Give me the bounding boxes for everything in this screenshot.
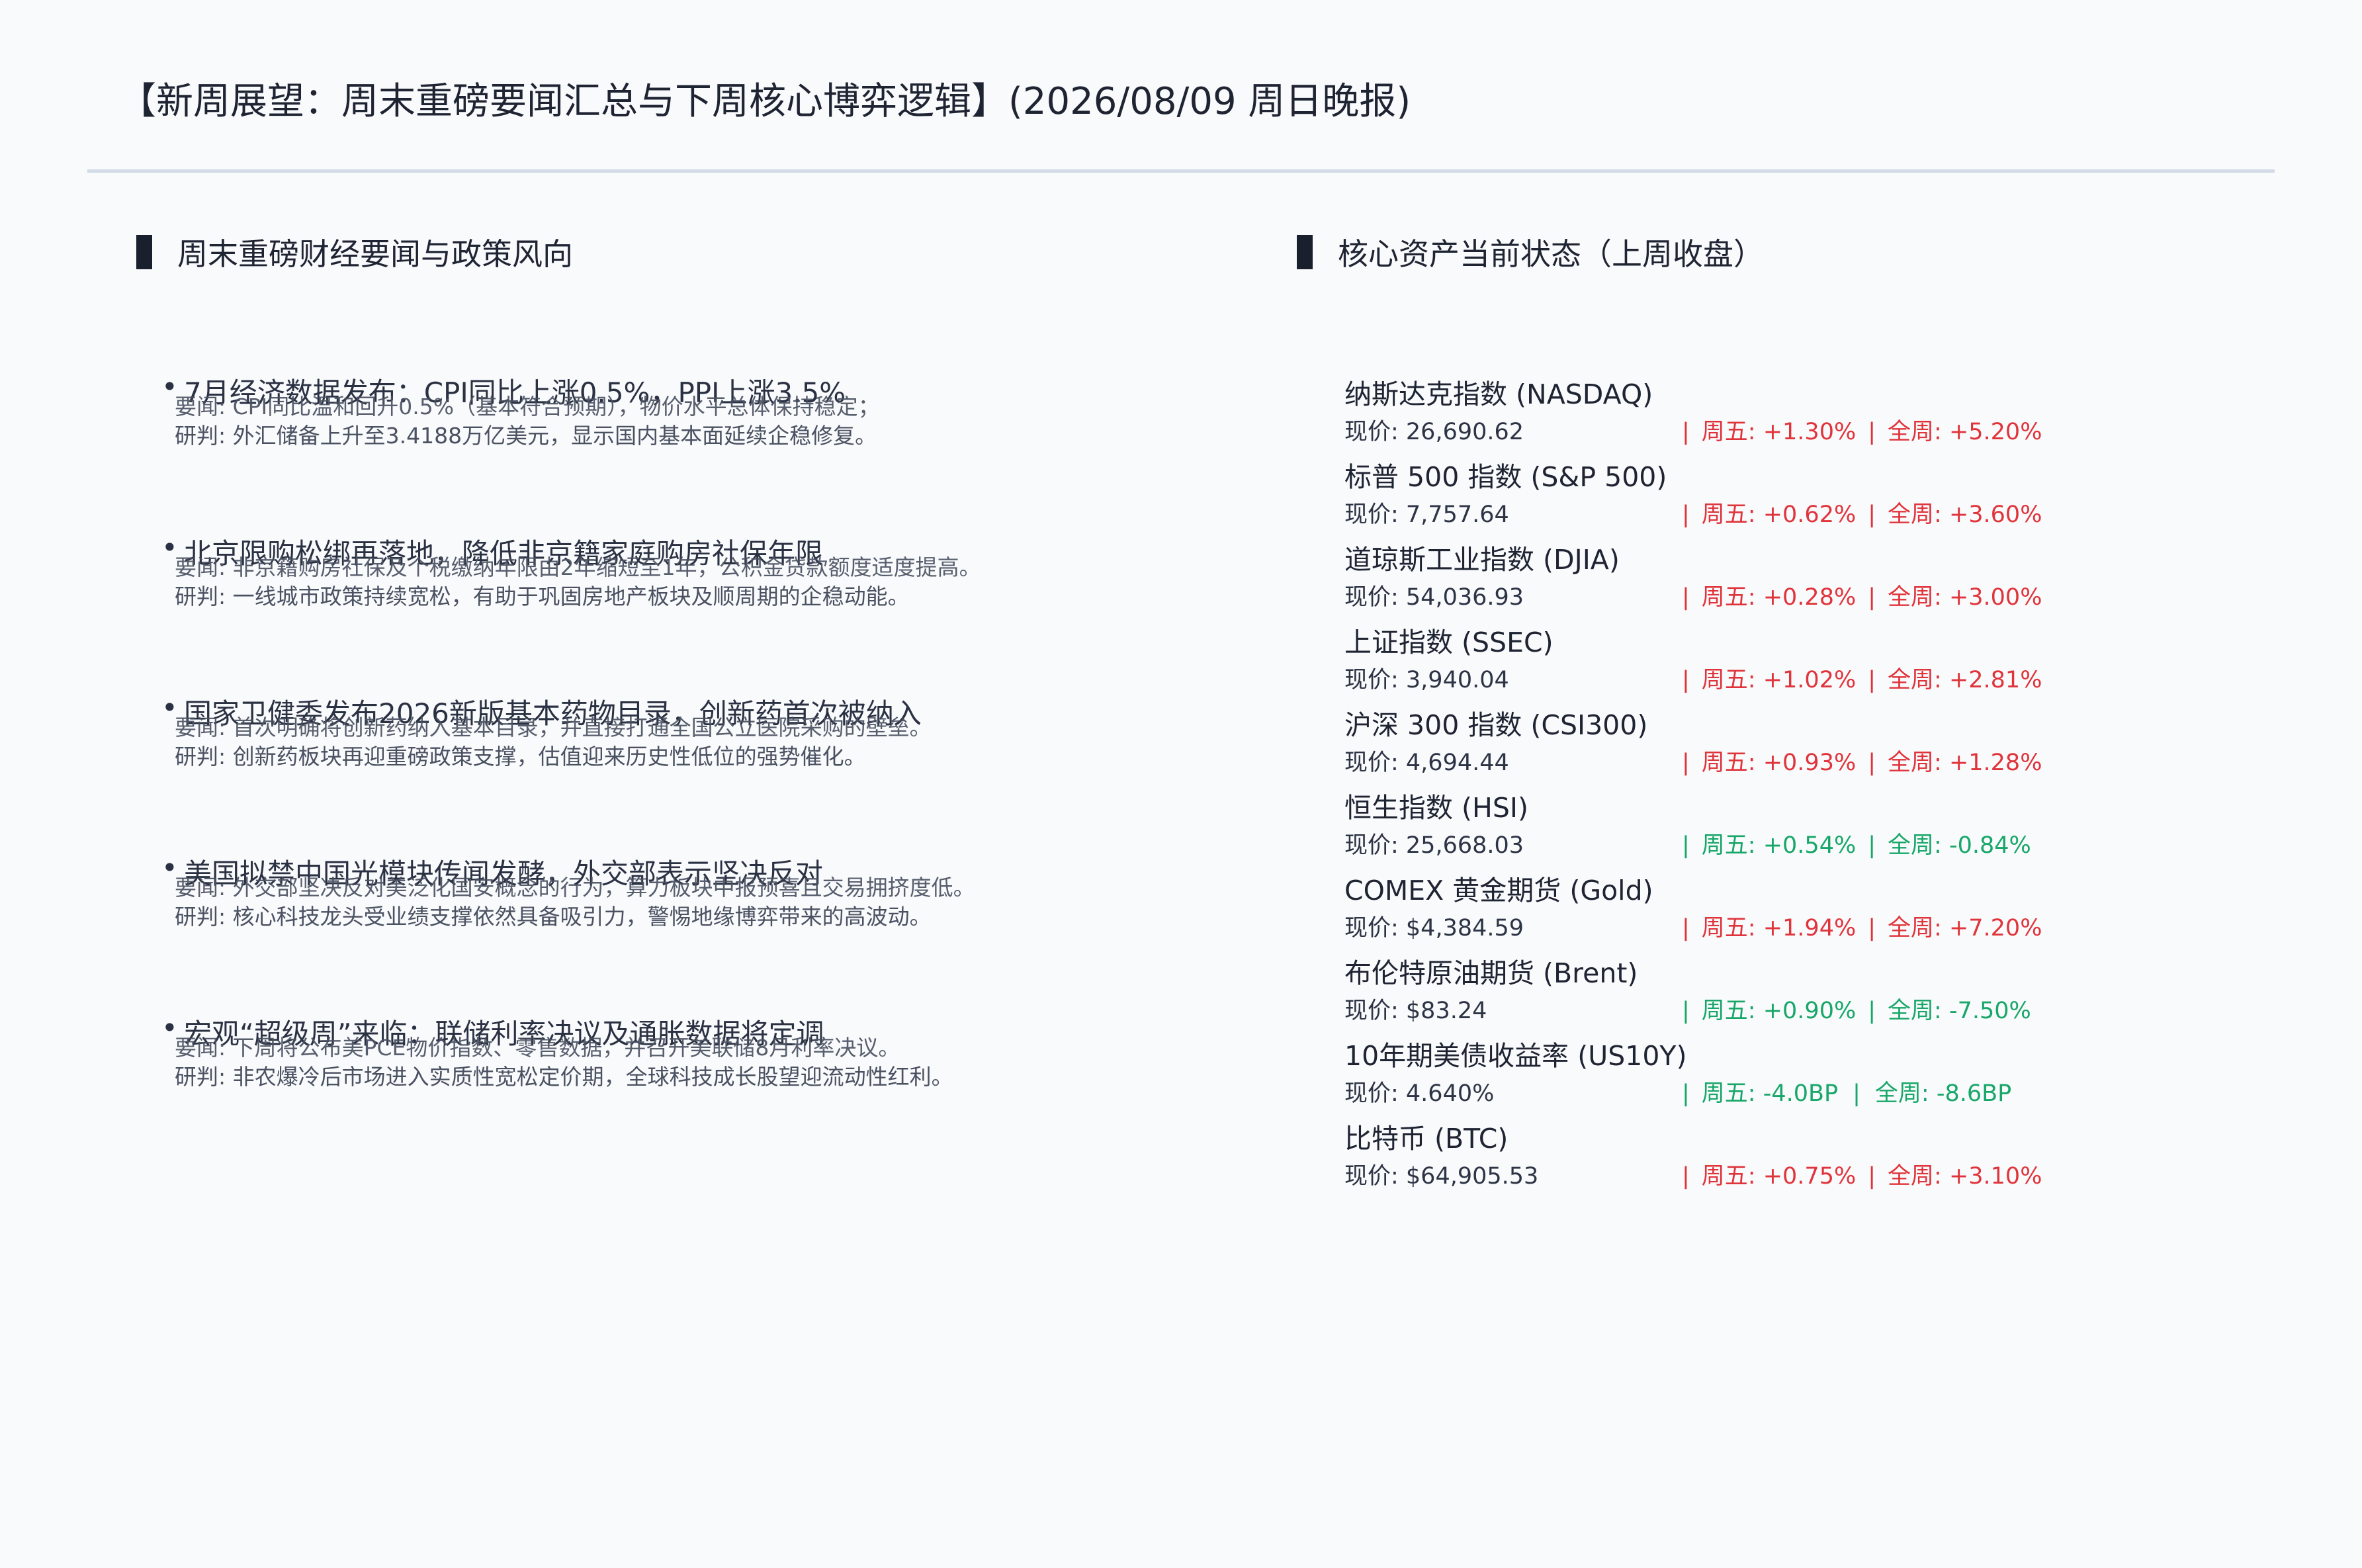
asset-name: 比特币 (BTC) [1344, 1123, 1509, 1154]
friday-change: 周五: +0.28% [1701, 584, 1857, 611]
friday-change: 周五: +1.02% [1701, 667, 1857, 693]
weekly-change: 全周: +7.20% [1888, 915, 2042, 941]
friday-change: 周五: -4.0BP [1701, 1080, 1839, 1107]
section-marker [1297, 235, 1313, 269]
asset-row: 10年期美债收益率 (US10Y) 现价: 4.640% | 周五: -4.0BP… [1344, 1033, 2165, 1117]
asset-price: 现价: 25,668.03 [1344, 832, 1524, 859]
asset-name: 恒生指数 (HSI) [1344, 792, 1528, 824]
news-analysis: 研判: 非农爆冷后市场进入实质性宽松定价期，全球科技成长股望迎流动性红利。 [175, 1064, 953, 1090]
news-summary: 要闻: CPI同比温和回升0.5%（基本符合预期），物价水平总体保持稳定； [175, 394, 880, 419]
asset-change: | 周五: +1.02% | 全周: +2.81% [1670, 661, 2042, 695]
friday-change: 周五: +0.62% [1701, 501, 1857, 528]
assets-section-title: 核心资产当前状态（上周收盘） [1338, 236, 1764, 272]
asset-name: 纳斯达克指数 (NASDAQ) [1344, 378, 1653, 410]
news-analysis: 研判: 外汇储备上升至3.4188万亿美元，显示国内基本面延续企稳修复。 [175, 423, 877, 449]
weekly-change: 全周: -8.6BP [1874, 1080, 2012, 1107]
news-summary: 要闻: 下周将公布美PCE物价指数、零售数据，并召开美联储8月利率决议。 [175, 1035, 900, 1061]
asset-name: 标普 500 指数 (S&P 500) [1344, 461, 1667, 493]
weekly-change: 全周: +3.00% [1888, 584, 2042, 611]
asset-price: 现价: 3,940.04 [1344, 667, 1509, 693]
asset-row: 沪深 300 指数 (CSI300) 现价: 4,694.44 | 周五: +0.… [1344, 703, 2165, 786]
assets-section-header: 核心资产当前状态（上周收盘） [1297, 230, 1764, 274]
asset-row: 道琼斯工业指数 (DJIA) 现价: 54,036.93 | 周五: +0.28%… [1344, 537, 2165, 621]
asset-change: | 周五: +0.75% | 全周: +3.10% [1670, 1157, 2042, 1191]
asset-row: 恒生指数 (HSI) 现价: 25,668.03 | 周五: +0.54% | 全周:… [1344, 785, 2165, 869]
friday-change: 周五: +0.93% [1701, 750, 1857, 776]
asset-name: 布伦特原油期货 (Brent) [1344, 957, 1638, 989]
asset-change: | 周五: +0.90% | 全周: -7.50% [1670, 992, 2031, 1025]
friday-change: 周五: +0.90% [1701, 998, 1857, 1024]
asset-name: 沪深 300 指数 (CSI300) [1344, 709, 1648, 741]
weekly-change: 全周: +3.10% [1888, 1163, 2042, 1190]
weekly-change: 全周: +2.81% [1888, 667, 2042, 693]
news-analysis: 研判: 核心科技龙头受业绩支撑依然具备吸引力，警惕地缘博弈带来的高波动。 [175, 904, 932, 930]
weekly-change: 全周: -0.84% [1888, 832, 2031, 859]
asset-price: 现价: 54,036.93 [1344, 584, 1524, 611]
asset-change: | 周五: +0.28% | 全周: +3.00% [1670, 578, 2042, 612]
news-summary: 要闻: 外交部坚决反对美泛化国安概念的行为，算力板块中报预喜且交易拥挤度低。 [175, 875, 975, 900]
news-analysis: 研判: 一线城市政策持续宽松，有助于巩固房地产板块及顺周期的企稳动能。 [175, 584, 910, 609]
news-analysis: 研判: 创新药板块再迎重磅政策支撑，估值迎来历史性低位的强势催化。 [175, 744, 866, 769]
asset-price: 现价: 4.640% [1344, 1080, 1495, 1107]
asset-name: 道琼斯工业指数 (DJIA) [1344, 544, 1620, 576]
asset-row: 布伦特原油期货 (Brent) 现价: $83.24 | 周五: +0.90% | 全… [1344, 951, 2165, 1034]
asset-name: COMEX 黄金期货 (Gold) [1344, 875, 1653, 906]
news-summary: 要闻: 首次明确将创新药纳入基本目录，并直接打通全国公立医院采购的壁垒。 [175, 715, 932, 740]
asset-row: 标普 500 指数 (S&P 500) 现价: 7,757.64 | 周五: +0… [1344, 455, 2165, 538]
friday-change: 周五: +0.75% [1701, 1163, 1857, 1190]
asset-change: | 周五: +1.30% | 全周: +5.20% [1670, 413, 2042, 447]
asset-row: COMEX 黄金期货 (Gold) 现价: $4,384.59 | 周五: +1.… [1344, 868, 2165, 951]
page-title: 【新周展望：周末重磅要闻汇总与下周核心博弈逻辑】(2026/08/09 周日晚报… [119, 80, 1411, 123]
title-divider [87, 169, 2275, 173]
asset-price: 现价: $4,384.59 [1344, 915, 1524, 941]
asset-change: | 周五: +0.62% | 全周: +3.60% [1670, 496, 2042, 529]
asset-name: 10年期美债收益率 (US10Y) [1344, 1040, 1687, 1072]
section-marker [136, 235, 152, 269]
asset-price: 现价: 7,757.64 [1344, 501, 1509, 528]
weekly-change: 全周: +3.60% [1888, 501, 2042, 528]
asset-row: 纳斯达克指数 (NASDAQ) 现价: 26,690.62 | 周五: +1.30… [1344, 372, 2165, 455]
asset-change: | 周五: +1.94% | 全周: +7.20% [1670, 909, 2042, 943]
asset-row: 上证指数 (SSEC) 现价: 3,940.04 | 周五: +1.02% | 全周:… [1344, 620, 2165, 703]
asset-name: 上证指数 (SSEC) [1344, 627, 1553, 658]
asset-price: 现价: $64,905.53 [1344, 1163, 1539, 1190]
friday-change: 周五: +1.94% [1701, 915, 1857, 941]
asset-price: 现价: $83.24 [1344, 998, 1487, 1024]
weekly-change: 全周: -7.50% [1888, 998, 2031, 1024]
weekly-change: 全周: +5.20% [1888, 419, 2042, 445]
friday-change: 周五: +0.54% [1701, 832, 1857, 859]
asset-change: | 周五: -4.0BP | 全周: -8.6BP [1670, 1074, 2011, 1108]
asset-row: 比特币 (BTC) 现价: $64,905.53 | 周五: +0.75% | 全周:… [1344, 1116, 2165, 1199]
news-section-title: 周末重磅财经要闻与政策风向 [177, 236, 573, 272]
asset-change: | 周五: +0.54% | 全周: -0.84% [1670, 826, 2031, 860]
weekly-change: 全周: +1.28% [1888, 750, 2042, 776]
asset-price: 现价: 26,690.62 [1344, 419, 1524, 445]
asset-change: | 周五: +0.93% | 全周: +1.28% [1670, 744, 2042, 777]
news-summary: 要闻: 非京籍购房社保及个税缴纳年限由2年缩短至1年，公积金贷款额度适度提高。 [175, 554, 981, 580]
news-section-header: 周末重磅财经要闻与政策风向 [136, 230, 573, 274]
asset-price: 现价: 4,694.44 [1344, 750, 1509, 776]
friday-change: 周五: +1.30% [1701, 419, 1857, 445]
